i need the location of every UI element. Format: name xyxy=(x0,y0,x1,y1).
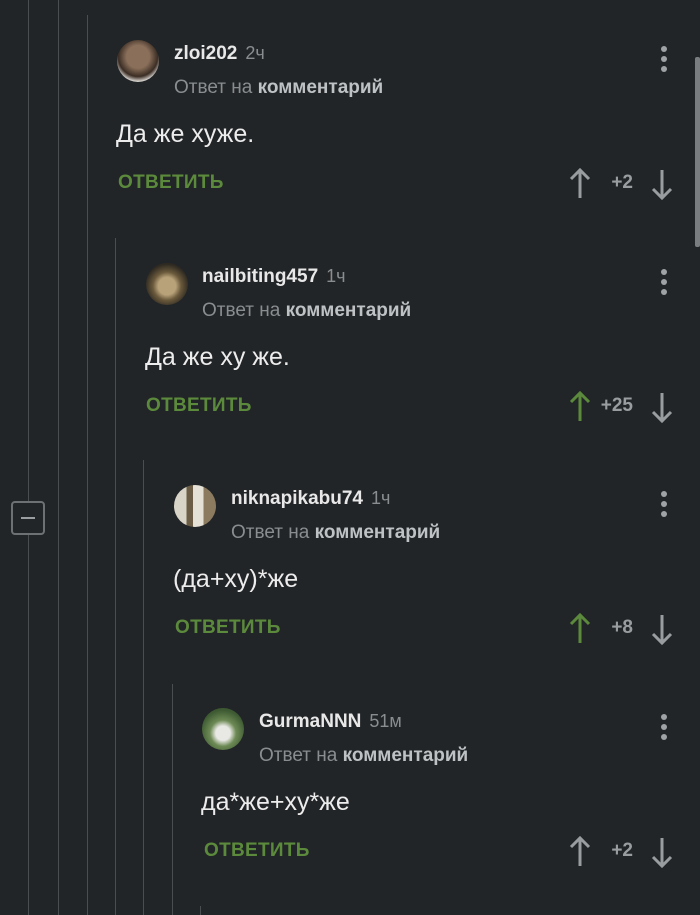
reply-to: Ответ на комментарий xyxy=(174,77,383,99)
username-text[interactable]: niknapikabu74 xyxy=(231,488,363,509)
avatar[interactable] xyxy=(146,263,188,305)
vote-count: +8 xyxy=(611,617,633,638)
reply-to-link[interactable]: комментарий xyxy=(258,77,384,98)
username-text[interactable]: nailbiting457 xyxy=(202,266,318,287)
reply-to: Ответ на комментарий xyxy=(231,522,440,544)
reply-to-link[interactable]: комментарий xyxy=(286,300,412,321)
vote-count: +2 xyxy=(611,840,633,861)
arrow-down-icon[interactable] xyxy=(650,390,674,424)
reply-to-prefix: Ответ на xyxy=(202,300,281,321)
comment-time: 51м xyxy=(369,711,402,731)
reply-to-prefix: Ответ на xyxy=(231,522,310,543)
more-vertical-icon[interactable] xyxy=(660,714,668,744)
username[interactable]: niknapikabu74 1ч xyxy=(231,488,390,510)
username-text[interactable]: GurmaNNN xyxy=(259,711,361,732)
vote-count: +25 xyxy=(600,395,633,416)
comment: zloi202 2ч Ответ на комментарий Да же хуж… xyxy=(0,40,700,240)
more-vertical-icon[interactable] xyxy=(660,491,668,521)
reply-button[interactable]: ОТВЕТИТЬ xyxy=(175,617,281,639)
reply-to-prefix: Ответ на xyxy=(174,77,253,98)
comment-time: 2ч xyxy=(245,43,265,63)
more-vertical-icon[interactable] xyxy=(660,46,668,76)
reply-to-link[interactable]: комментарий xyxy=(343,745,469,766)
reply-to: Ответ на комментарий xyxy=(202,300,411,322)
reply-to-prefix: Ответ на xyxy=(259,745,338,766)
username-text[interactable]: zloi202 xyxy=(174,43,237,64)
comment-time: 1ч xyxy=(326,266,346,286)
reply-button[interactable]: ОТВЕТИТЬ xyxy=(204,840,310,862)
reply-button[interactable]: ОТВЕТИТЬ xyxy=(118,172,224,194)
arrow-down-icon[interactable] xyxy=(650,835,674,869)
arrow-down-icon[interactable] xyxy=(650,167,674,201)
arrow-down-icon[interactable] xyxy=(650,612,674,646)
comment: niknapikabu74 1ч Ответ на комментарий (да… xyxy=(0,485,700,685)
reply-to: Ответ на комментарий xyxy=(259,745,468,767)
username[interactable]: nailbiting457 1ч xyxy=(202,266,346,288)
comment: nailbiting457 1ч Ответ на комментарий Да … xyxy=(0,263,700,463)
username[interactable]: GurmaNNN 51м xyxy=(259,711,402,733)
avatar[interactable] xyxy=(117,40,159,82)
comment-time: 1ч xyxy=(371,488,391,508)
comment-text: Да же хуже. xyxy=(116,120,255,148)
more-vertical-icon[interactable] xyxy=(660,269,668,299)
comment-text: (да+ху)*же xyxy=(173,565,299,593)
vote-count: +2 xyxy=(611,172,633,193)
comment-text: да*же+ху*же xyxy=(201,788,350,816)
comment-text: Да же ху же. xyxy=(145,343,290,371)
avatar[interactable] xyxy=(174,485,216,527)
username[interactable]: zloi202 2ч xyxy=(174,43,265,65)
reply-to-link[interactable]: комментарий xyxy=(315,522,441,543)
reply-button[interactable]: ОТВЕТИТЬ xyxy=(146,395,252,417)
avatar[interactable] xyxy=(202,708,244,750)
comment: GurmaNNN 51м Ответ на комментарий да*же+х… xyxy=(0,708,700,908)
